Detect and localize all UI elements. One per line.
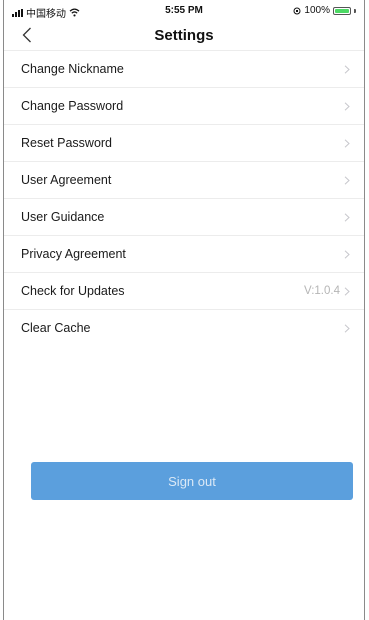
settings-item-privacy-agreement[interactable]: Privacy Agreement xyxy=(4,235,364,272)
chevron-right-icon xyxy=(344,249,350,259)
phone-screen: 中国移动 5:55 PM 100% Settings Change Nickna… xyxy=(3,0,365,620)
settings-item-label: Change Password xyxy=(21,99,124,113)
chevron-right-icon xyxy=(344,101,350,111)
settings-item-label: User Agreement xyxy=(21,173,112,187)
chevron-right-icon xyxy=(344,64,350,74)
settings-item-change-password[interactable]: Change Password xyxy=(4,87,364,124)
page-title: Settings xyxy=(154,27,214,44)
settings-item-label: Reset Password xyxy=(21,136,113,150)
settings-item-label: Change Nickname xyxy=(21,62,124,76)
settings-item-label: Clear Cache xyxy=(21,321,91,335)
settings-item-check-for-updates[interactable]: Check for Updates V:1.0.4 xyxy=(4,272,364,309)
battery-level xyxy=(335,8,349,13)
battery-percent: 100% xyxy=(304,5,330,16)
settings-item-change-nickname[interactable]: Change Nickname xyxy=(4,50,364,87)
settings-item-label: Check for Updates xyxy=(21,284,125,298)
chevron-right-icon xyxy=(344,286,350,296)
settings-list: Change Nickname Change Password Reset Pa… xyxy=(4,50,364,346)
settings-item-label: User Guidance xyxy=(21,210,105,224)
rotation-lock-icon xyxy=(293,7,301,14)
settings-item-user-guidance[interactable]: User Guidance xyxy=(4,198,364,235)
chevron-right-icon xyxy=(344,212,350,222)
chevron-right-icon xyxy=(344,323,350,333)
battery-tip xyxy=(354,8,356,13)
chevron-right-icon xyxy=(344,138,350,148)
app-version-value: V:1.0.4 xyxy=(303,285,340,297)
settings-item-reset-password[interactable]: Reset Password xyxy=(4,124,364,161)
sign-out-button[interactable]: Sign out xyxy=(31,462,353,500)
chevron-right-icon xyxy=(344,175,350,185)
navigation-bar: Settings xyxy=(4,20,364,50)
status-right: 100% xyxy=(293,5,356,16)
status-bar: 中国移动 5:55 PM 100% xyxy=(4,0,364,20)
settings-item-user-agreement[interactable]: User Agreement xyxy=(4,161,364,198)
settings-item-label: Privacy Agreement xyxy=(21,247,126,261)
battery-icon xyxy=(333,6,351,15)
settings-item-clear-cache[interactable]: Clear Cache xyxy=(4,309,364,346)
